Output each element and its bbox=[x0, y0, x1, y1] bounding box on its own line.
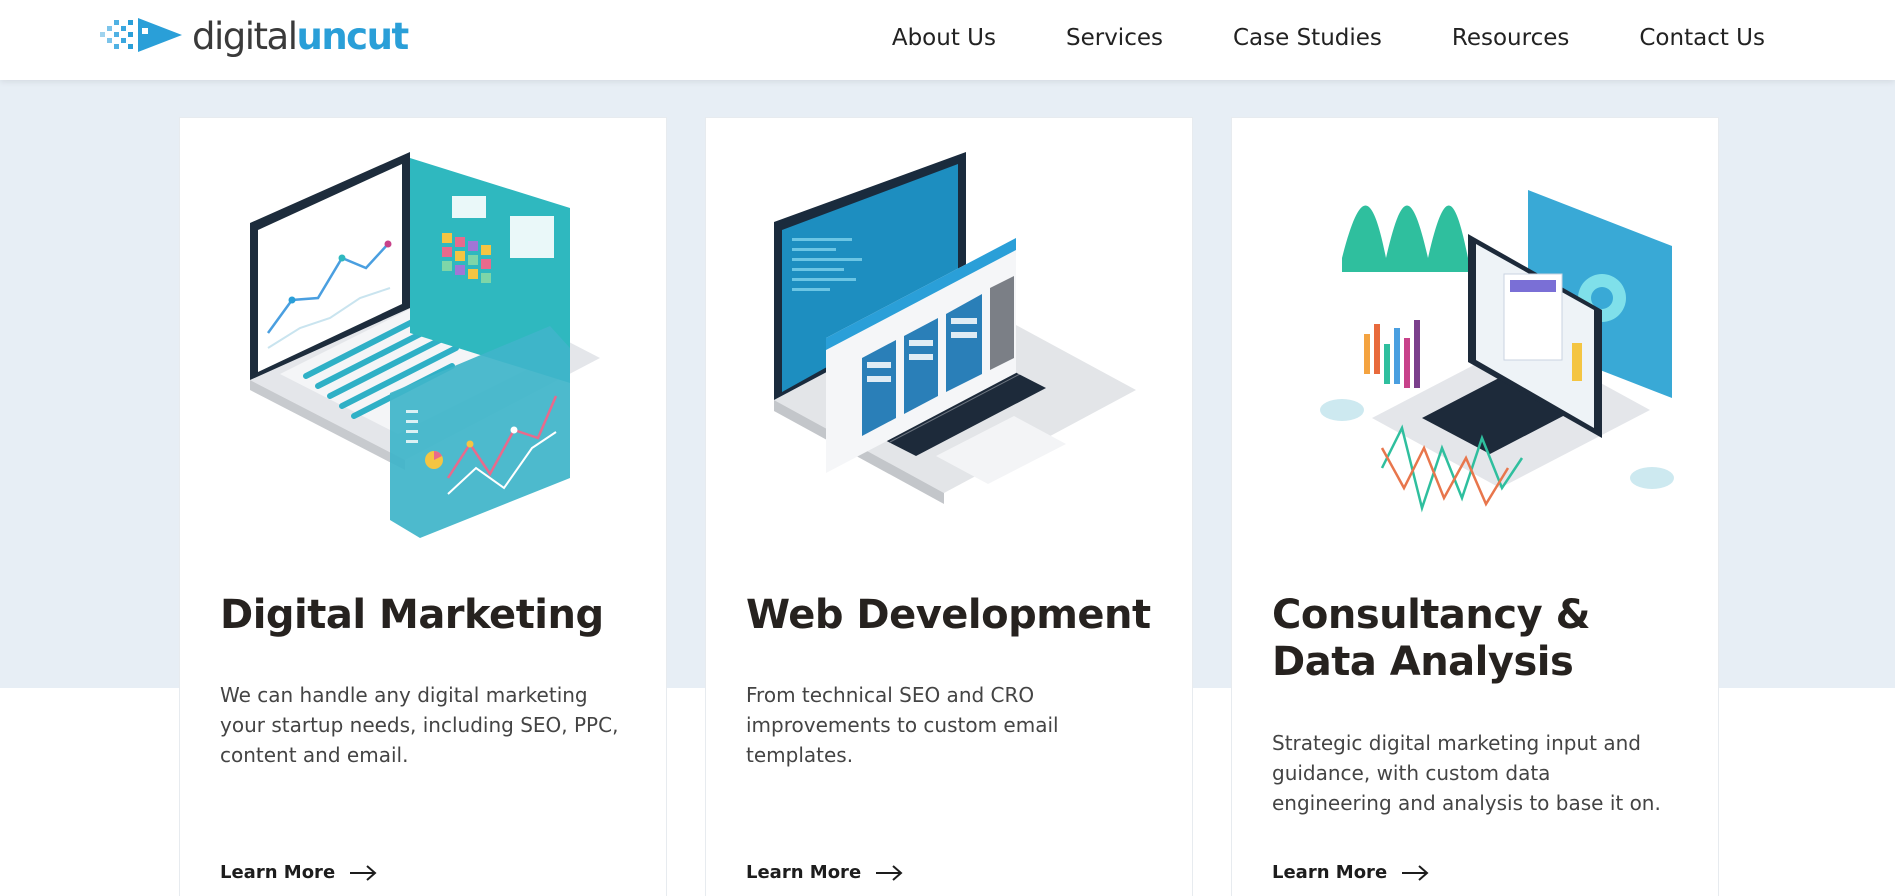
learn-more-link[interactable]: Learn More bbox=[220, 862, 377, 883]
card-description: We can handle any digital marketing your… bbox=[220, 683, 619, 767]
card-title: Web Development bbox=[746, 592, 1151, 638]
nav-case-studies[interactable]: Case Studies bbox=[1233, 25, 1382, 51]
arrow-right-icon bbox=[349, 864, 377, 881]
arrow-right-icon bbox=[875, 864, 903, 881]
laptop-data-illustration bbox=[1272, 148, 1682, 543]
learn-more-label: Learn More bbox=[220, 862, 336, 883]
logo-text-digital: digital bbox=[192, 14, 298, 58]
logo-text-uncut: uncut bbox=[296, 14, 410, 58]
learn-more-link[interactable]: Learn More bbox=[1272, 862, 1429, 883]
learn-more-label: Learn More bbox=[746, 862, 862, 883]
logo-play-icon bbox=[100, 18, 182, 52]
service-card-digital-marketing: Digital Marketing We can handle any digi… bbox=[179, 117, 667, 896]
card-title: Digital Marketing bbox=[220, 592, 604, 638]
nav-about-us[interactable]: About Us bbox=[892, 25, 996, 51]
logo[interactable]: digitaluncut bbox=[98, 14, 410, 58]
card-description: From technical SEO and CRO improvements … bbox=[746, 683, 1059, 767]
service-card-web-development: Web Development From technical SEO and C… bbox=[705, 117, 1193, 896]
learn-more-label: Learn More bbox=[1272, 862, 1388, 883]
laptop-analytics-illustration bbox=[220, 148, 630, 543]
nav-contact-us[interactable]: Contact Us bbox=[1639, 25, 1765, 51]
site-header: digitaluncut About Us Services Case Stud… bbox=[0, 0, 1895, 80]
card-title: Consultancy & Data Analysis bbox=[1272, 592, 1591, 685]
learn-more-link[interactable]: Learn More bbox=[746, 862, 903, 883]
arrow-right-icon bbox=[1401, 864, 1429, 881]
card-description: Strategic digital marketing input and gu… bbox=[1272, 731, 1661, 815]
laptop-code-illustration bbox=[746, 148, 1156, 543]
nav-services[interactable]: Services bbox=[1066, 25, 1163, 51]
nav-resources[interactable]: Resources bbox=[1452, 25, 1569, 51]
main-nav: About Us Services Case Studies Resources… bbox=[822, 0, 1765, 76]
logo-text: digitaluncut bbox=[192, 14, 410, 58]
service-card-consultancy: Consultancy & Data Analysis Strategic di… bbox=[1231, 117, 1719, 896]
